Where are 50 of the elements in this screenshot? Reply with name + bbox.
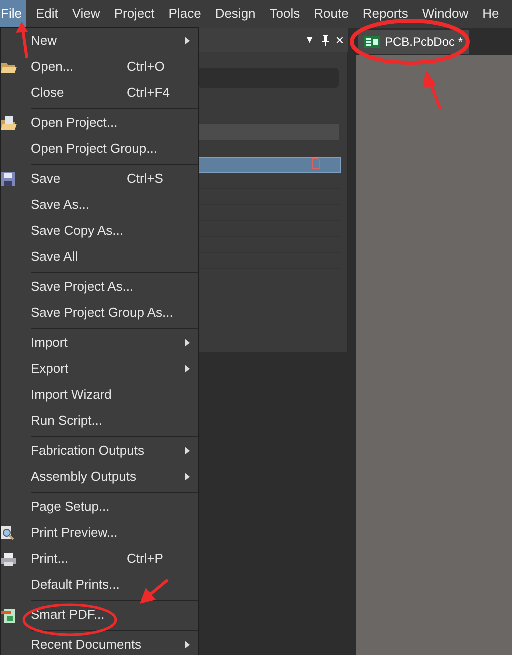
menu-item[interactable]: Print Preview...	[1, 520, 198, 546]
menu-item[interactable]: Import	[1, 330, 198, 356]
file-icon	[312, 158, 320, 169]
menubar-item[interactable]: Route	[310, 0, 353, 28]
menu-item[interactable]: Assembly Outputs	[1, 464, 198, 490]
menubar-item[interactable]: Project	[110, 0, 159, 28]
menu-item[interactable]: Close Ctrl+F4	[1, 80, 198, 106]
save-icon	[1, 172, 15, 186]
menu-item[interactable]: Save Project Group As...	[1, 300, 198, 326]
menu-item[interactable]: Default Prints...	[1, 572, 198, 598]
magnifier-document-icon	[1, 526, 15, 540]
menubar-item[interactable]: Window	[418, 0, 473, 28]
document-tab[interactable]: PCB.PcbDoc *	[358, 30, 470, 54]
menubar-item[interactable]: Tools	[266, 0, 304, 28]
menu-item[interactable]: Open Project...	[1, 110, 198, 136]
menu-item[interactable]: Print... Ctrl+P	[1, 546, 198, 572]
annotation-arrow	[140, 578, 169, 604]
menubar-item[interactable]: He	[478, 0, 504, 28]
menubar-item[interactable]: Place	[164, 0, 206, 28]
menu-item[interactable]: Save Copy As...	[1, 218, 198, 244]
pdf-document-icon	[1, 608, 17, 622]
menu-item[interactable]: Save Project As...	[1, 274, 198, 300]
menubar-item[interactable]: View	[68, 0, 104, 28]
menubar-item[interactable]: Edit	[32, 0, 62, 28]
pcb-icon	[364, 36, 380, 48]
folder-document-icon	[1, 116, 17, 130]
menu-item[interactable]: Import Wizard	[1, 382, 198, 408]
menu-item[interactable]: Open Project Group...	[1, 136, 198, 162]
menu-item[interactable]: Export	[1, 356, 198, 382]
close-icon[interactable]: ×	[336, 30, 344, 50]
dropdown-icon[interactable]: ▼	[304, 32, 315, 48]
printer-icon	[1, 552, 16, 566]
annotation-arrow	[423, 70, 442, 111]
menu-item[interactable]: Save As...	[1, 192, 198, 218]
menu-item[interactable]: Recent Documents	[1, 632, 198, 655]
menubar-item[interactable]: Reports	[358, 0, 412, 28]
menubar-item[interactable]: Design	[211, 0, 260, 28]
menu-item[interactable]: Fabrication Outputs	[1, 438, 198, 464]
search-field[interactable]	[198, 68, 339, 88]
menu-item[interactable]: Save Ctrl+S	[1, 166, 198, 192]
menu-item[interactable]: Run Script...	[1, 408, 198, 434]
menu-item[interactable]: New	[1, 28, 198, 54]
pin-icon[interactable]	[320, 34, 330, 46]
menu-item[interactable]: Page Setup...	[1, 494, 198, 520]
annotation-arrow	[16, 22, 28, 58]
menu-item[interactable]: Open... Ctrl+O	[1, 54, 198, 80]
selected-row[interactable]	[198, 157, 341, 173]
folder-icon	[1, 60, 17, 74]
menu-item[interactable]: Save All	[1, 244, 198, 270]
menubar-item[interactable]: File	[0, 0, 26, 28]
